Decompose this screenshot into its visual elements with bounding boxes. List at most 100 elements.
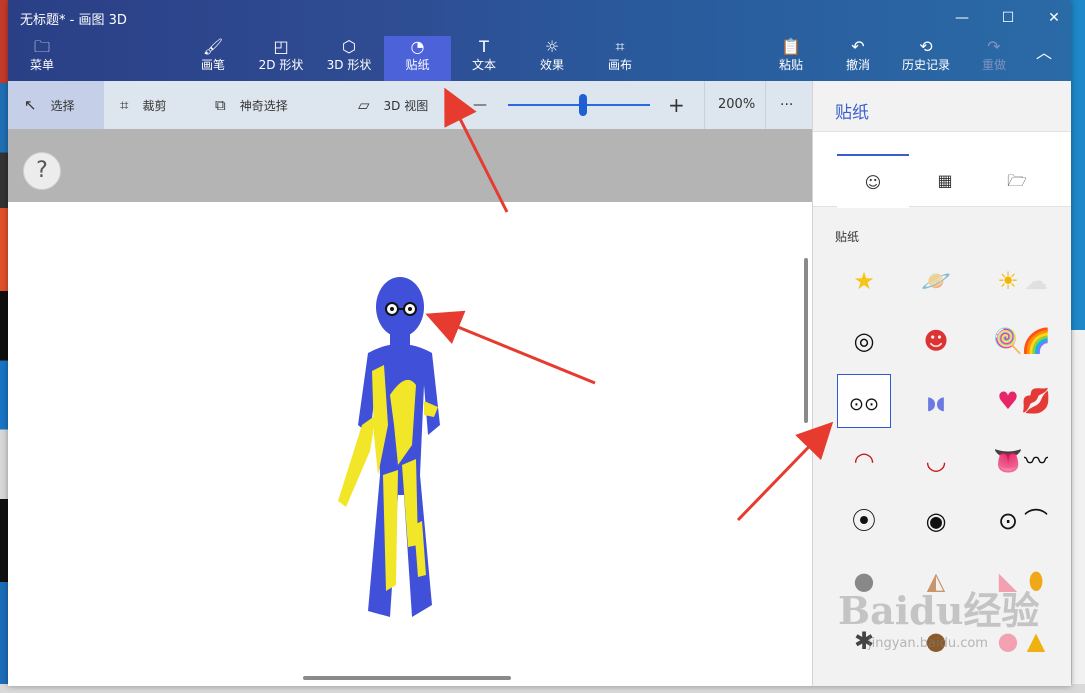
sticker-mouth-open[interactable]: ◠ — [837, 434, 891, 488]
redo-button[interactable]: ↷ 重做 — [962, 36, 1026, 81]
rainbow-icon: 🌈 — [1021, 327, 1051, 355]
maximize-button[interactable]: ☐ — [985, 4, 1031, 32]
toolbar-divider — [765, 81, 766, 129]
zoom-out-button[interactable]: — — [473, 81, 487, 129]
sticker-eye-2[interactable]: ◉ — [909, 494, 963, 548]
shapes2d-button[interactable]: ◰ 2D 形状 — [249, 36, 313, 81]
undo-button[interactable]: ↶ 撤消 — [826, 36, 890, 81]
mouth-icon: ◠ — [853, 447, 875, 475]
panel-title: 贴纸 — [835, 103, 869, 123]
paste-label: 粘贴 — [778, 58, 803, 72]
cursor-icon: ↖ — [24, 96, 37, 114]
history-label: 历史记录 — [901, 58, 950, 72]
zoom-level[interactable]: 200% — [718, 81, 755, 129]
spiral-icon: ◎ — [853, 327, 875, 355]
paint3d-window: 无标题* - 画图 3D — ☐ ✕ 🗀 菜单 🖌 画笔 ◰ 2D 形状 ⬡ 3… — [8, 0, 1071, 686]
section-label: 贴纸 — [835, 230, 860, 244]
sticker-eyebrow[interactable]: ⌒ — [1009, 494, 1063, 548]
texture-tab-icon: ▦ — [937, 171, 953, 190]
select-tool-button[interactable]: ↖ 选择 — [8, 81, 104, 129]
crop-tool-button[interactable]: ⌗ 裁剪 — [120, 81, 166, 129]
eye-icon: ◉ — [925, 507, 947, 535]
help-button[interactable]: ? — [23, 152, 61, 190]
history-icon: ⟲ — [919, 37, 933, 56]
folder-icon: 🗀 — [33, 37, 50, 56]
menu-button[interactable]: 🗀 菜单 — [10, 36, 74, 81]
shapes3d-label: 3D 形状 — [326, 58, 372, 72]
window-title: 无标题* - 画图 3D — [20, 13, 127, 28]
text-button[interactable]: T 文本 — [452, 36, 516, 81]
shapes2d-icon: ◰ — [273, 37, 289, 56]
tab-textures[interactable]: ▦ — [909, 154, 981, 208]
sticker-mustache[interactable]: 〰 — [1009, 434, 1063, 488]
vertical-scrollbar[interactable] — [804, 258, 808, 423]
sticker-cloud[interactable]: ☁ — [1009, 254, 1063, 308]
effects-label: 效果 — [539, 58, 564, 72]
sticker-spiral[interactable]: ◎ — [837, 314, 891, 368]
tab-stickers[interactable]: ☺ — [837, 154, 909, 208]
toolbar-divider — [704, 81, 705, 129]
chevron-up-icon: ︿ — [1035, 43, 1052, 62]
undo-icon: ↶ — [851, 37, 865, 56]
watermark-logo: Baidu经验 — [838, 588, 1040, 633]
watermark-url: jingyan.baidu.com — [868, 636, 988, 651]
brush-icon: 🖌 — [202, 37, 224, 56]
sticker-lips[interactable]: 💋 — [1009, 374, 1063, 428]
sunglasses-icon: ◗◖ — [926, 393, 946, 414]
panel-tabs: ☺ ▦ 🗁 — [813, 131, 1071, 208]
redo-label: 重做 — [981, 58, 1006, 72]
lips-icon: 💋 — [1021, 387, 1051, 415]
zoom-in-button[interactable]: + — [668, 81, 685, 129]
brushes-button[interactable]: 🖌 画笔 — [181, 36, 245, 81]
cube-icon: ⬡ — [342, 37, 356, 56]
paste-button[interactable]: 📋 粘贴 — [759, 36, 823, 81]
effects-button[interactable]: ☼ 效果 — [520, 36, 584, 81]
eyebrow-icon: ⌒ — [1024, 507, 1048, 535]
sticker-star[interactable]: ★ — [837, 254, 891, 308]
sticker-sunglasses[interactable]: ◗◖ — [909, 374, 963, 428]
text-icon: T — [479, 37, 489, 56]
canvas-icon: ⌗ — [615, 37, 625, 56]
eye-icon: ⦿ — [852, 507, 876, 535]
mouth-teeth-icon: ◡ — [925, 447, 947, 475]
desktop-background-left — [0, 0, 8, 693]
ribbon: 无标题* - 画图 3D — ☐ ✕ 🗀 菜单 🖌 画笔 ◰ 2D 形状 ⬡ 3… — [8, 0, 1071, 81]
sticker-icon: ◔ — [410, 37, 425, 56]
menu-label: 菜单 — [29, 58, 54, 72]
close-button[interactable]: ✕ — [1031, 4, 1071, 32]
sticker-glasses[interactable]: ⊙⊙ — [837, 374, 891, 428]
more-options-button[interactable]: ··· — [780, 81, 793, 129]
sticker-eye-1[interactable]: ⦿ — [837, 494, 891, 548]
view3d-icon: ▱ — [358, 96, 370, 114]
workspace-background — [8, 129, 812, 202]
sticker-character[interactable]: ☻ — [909, 314, 963, 368]
brushes-label: 画笔 — [200, 58, 225, 72]
folder-open-icon: 🗁 — [1007, 171, 1027, 190]
undo-label: 撤消 — [845, 58, 870, 72]
sticker-mouth-teeth[interactable]: ◡ — [909, 434, 963, 488]
cloud-icon: ☁ — [1024, 267, 1048, 295]
mustache-icon: 〰 — [1024, 447, 1048, 475]
shapes3d-button[interactable]: ⬡ 3D 形状 — [317, 36, 381, 81]
star-icon: ★ — [853, 267, 875, 295]
magic-select-icon: ⧉ — [215, 96, 226, 114]
view3d-button[interactable]: ▱ 3D 视图 — [358, 81, 428, 129]
horizontal-scrollbar[interactable] — [303, 676, 511, 680]
tab-custom-stickers[interactable]: 🗁 — [981, 154, 1053, 208]
canvas-button[interactable]: ⌗ 画布 — [588, 36, 652, 81]
canvas-label: 画布 — [607, 58, 632, 72]
shapes2d-label: 2D 形状 — [258, 58, 304, 72]
desktop-background-right — [1071, 330, 1085, 693]
zoom-slider-thumb[interactable] — [579, 94, 587, 116]
minimize-button[interactable]: — — [939, 4, 985, 32]
sticker-planet[interactable]: 🪐 — [909, 254, 963, 308]
text-label: 文本 — [471, 58, 496, 72]
sticker-rainbow[interactable]: 🌈 — [1009, 314, 1063, 368]
stickers-button[interactable]: ◔ 贴纸 — [384, 36, 451, 81]
clipboard-icon: 📋 — [781, 37, 801, 56]
magic-select-button[interactable]: ⧉ 神奇选择 — [215, 81, 288, 129]
history-button[interactable]: ⟲ 历史记录 — [894, 36, 958, 81]
magic-select-label: 神奇选择 — [239, 99, 288, 113]
3d-person-model[interactable] — [328, 275, 458, 620]
crop-label: 裁剪 — [142, 99, 167, 113]
